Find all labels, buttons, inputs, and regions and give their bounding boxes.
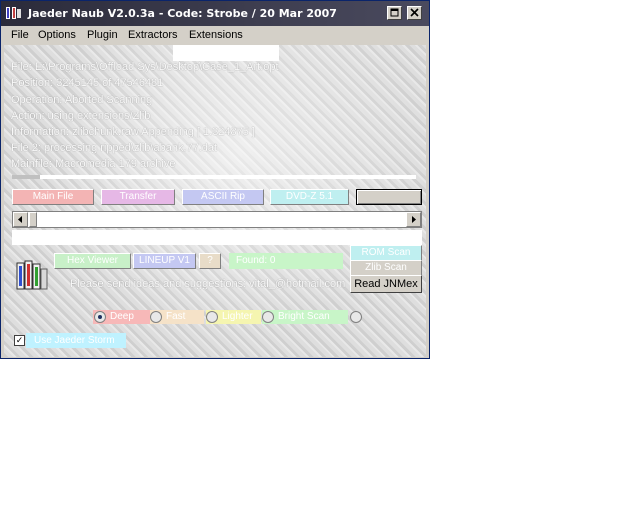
radio-extra[interactable] [350, 311, 362, 323]
menu-file[interactable]: File [11, 29, 29, 41]
file2-text: File 2: processing ripped\zlib\abank.77.… [11, 142, 218, 154]
client-area: File: E:\Programs\Offload Sys\Desktop\Ca… [4, 45, 426, 357]
maximize-icon [390, 8, 399, 17]
use-storm-checkbox[interactable]: ✓ [14, 335, 25, 346]
app-icon [6, 7, 21, 19]
menu-bar: File Options Plugin Extractors Extension… [1, 26, 429, 45]
check-mark-icon: ✓ [15, 335, 24, 345]
radio-deep-label: Deep [110, 311, 134, 322]
radio-lighter[interactable] [206, 311, 218, 323]
menu-extractors[interactable]: Extractors [128, 29, 178, 41]
file-path-text: File: E:\Programs\Offload Sys\Desktop\Ca… [11, 61, 279, 73]
ascii-rip-button[interactable]: ASCII Rip [182, 189, 264, 205]
read-jnmex-button[interactable]: Read JNMex [350, 275, 422, 293]
found-counter: Found: 0 [229, 253, 343, 269]
zlib-scan-button[interactable]: Zlib Scan [350, 260, 422, 276]
menu-options[interactable]: Options [38, 29, 76, 41]
arrow-left-icon [18, 216, 22, 223]
arrow-right-icon [412, 216, 416, 223]
main-window: Jaeder Naub V2.0.3a - Code: Strobe / 20 … [0, 0, 430, 359]
close-icon [410, 8, 419, 17]
radio-bright-label: Bright Scan [278, 311, 330, 322]
maximize-button[interactable] [387, 6, 402, 20]
radio-lighter-label: Lighter [222, 311, 253, 322]
mainfile-text: Mainfile: Macromedia 179 archive [11, 158, 176, 170]
lineup-button[interactable]: LINEUP V1 [133, 253, 196, 269]
close-button[interactable] [407, 6, 422, 20]
radio-fast[interactable] [150, 311, 162, 323]
blank-display-box [173, 45, 279, 61]
scroll-right-arrow[interactable] [406, 212, 421, 227]
action-text: Action: using extensions/Zlib [11, 110, 151, 122]
use-storm-label: Use Jaeder Storm [34, 335, 115, 346]
books-icon [16, 260, 48, 290]
help-button[interactable]: ? [199, 253, 221, 269]
transfer-button[interactable]: Transfer [101, 189, 175, 205]
hex-viewer-button[interactable]: Hex Viewer [54, 253, 131, 269]
position-text: Position: 3245145 of 47546481 [11, 77, 164, 89]
horizontal-scrollbar[interactable] [12, 211, 422, 228]
dvd-mode-button[interactable]: DVD-Z 5.1 [270, 189, 349, 205]
progress-bar [12, 175, 416, 179]
rom-scan-button[interactable]: ROM Scan [350, 245, 422, 261]
operation-text: Operation: Aborted Scanning [11, 94, 153, 106]
blank-button[interactable] [356, 189, 422, 205]
window-title: Jaeder Naub V2.0.3a - Code: Strobe / 20 … [28, 7, 337, 20]
radio-bright-scan[interactable] [262, 311, 274, 323]
information-text: Information: zlibchunk.raw Appending [ 1… [11, 126, 255, 138]
main-file-button[interactable]: Main File [12, 189, 94, 205]
suggestion-text: Please send ideas and suggestions: vital… [70, 278, 346, 290]
title-bar[interactable]: Jaeder Naub V2.0.3a - Code: Strobe / 20 … [1, 1, 429, 26]
scroll-thumb[interactable] [29, 212, 37, 227]
scroll-left-arrow[interactable] [13, 212, 28, 227]
progress-fill [12, 175, 41, 179]
menu-plugin[interactable]: Plugin [87, 29, 118, 41]
output-field[interactable] [12, 230, 422, 245]
radio-fast-label: Fast [166, 311, 186, 322]
menu-extensions[interactable]: Extensions [189, 29, 243, 41]
radio-deep[interactable] [94, 311, 106, 323]
